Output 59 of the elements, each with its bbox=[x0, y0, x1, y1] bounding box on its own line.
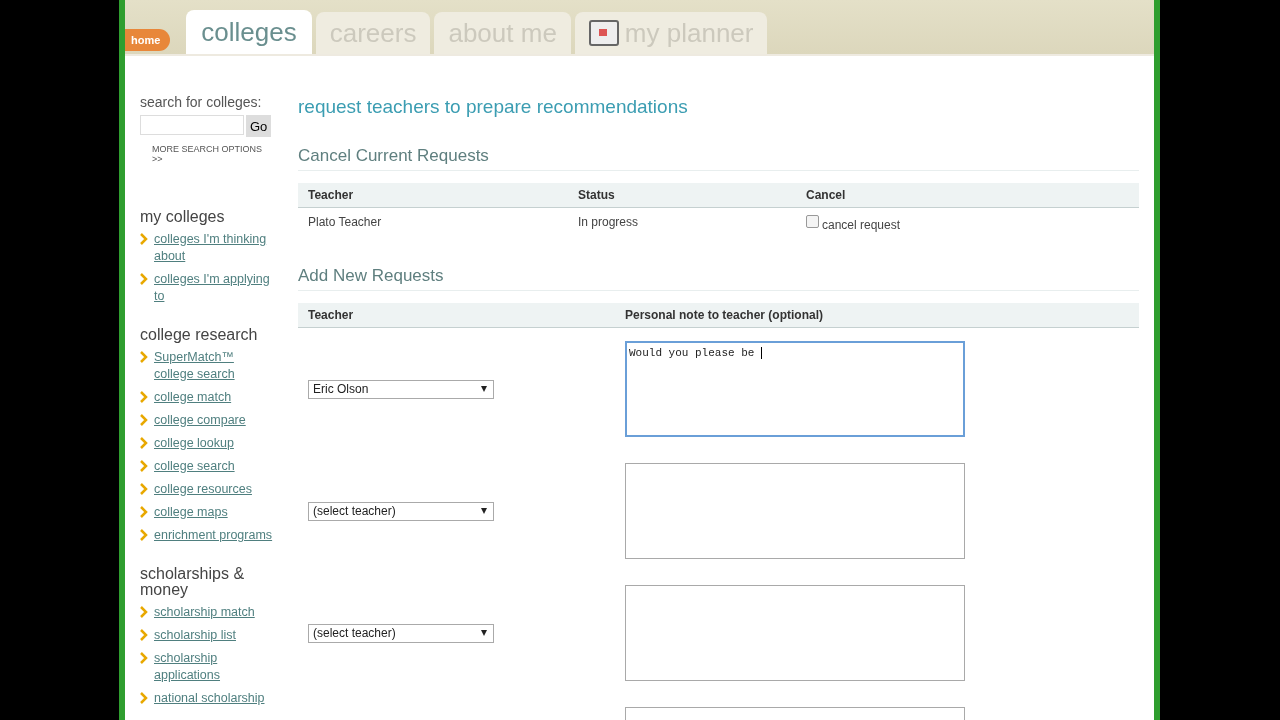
go-button[interactable]: Go bbox=[246, 115, 272, 137]
sidebar-link[interactable]: college lookup bbox=[154, 435, 234, 452]
sidebar-link[interactable]: national scholarship bbox=[154, 690, 265, 707]
sidebar-link[interactable]: college compare bbox=[154, 412, 246, 429]
column-header: Teacher bbox=[308, 308, 355, 322]
chevron-icon bbox=[140, 351, 148, 363]
sidebar-link[interactable]: scholarship applications bbox=[154, 650, 275, 684]
teacher-dropdown[interactable]: Eric Olson bbox=[308, 379, 494, 399]
column-header: Teacher bbox=[308, 188, 355, 202]
sidebar-link[interactable]: SuperMatch™ college search bbox=[154, 349, 275, 383]
sidebar-link[interactable]: scholarship list bbox=[154, 627, 236, 644]
note-field[interactable]: Would you please be bbox=[625, 341, 965, 437]
sidebar-link[interactable]: colleges I'm applying to bbox=[154, 271, 275, 305]
cancel-checkbox[interactable] bbox=[806, 215, 819, 228]
teacher-dropdown[interactable]: (select teacher) bbox=[308, 501, 494, 521]
chevron-icon bbox=[140, 692, 148, 704]
home-button[interactable]: home bbox=[125, 28, 171, 51]
chevron-icon bbox=[140, 414, 148, 426]
caret-icon bbox=[481, 508, 487, 514]
sidebar-link[interactable]: scholarship match bbox=[154, 604, 255, 621]
calendar-icon bbox=[588, 20, 619, 46]
chevron-icon bbox=[140, 273, 148, 285]
chevron-icon bbox=[140, 506, 148, 518]
chevron-icon bbox=[140, 652, 148, 664]
search-label: search for colleges: bbox=[140, 94, 263, 110]
note-field[interactable] bbox=[625, 585, 965, 681]
column-header: Status bbox=[578, 188, 616, 202]
sidebar-link[interactable]: college resources bbox=[154, 481, 252, 498]
table-cell-text: In progress bbox=[578, 215, 640, 231]
sidebar-link[interactable]: colleges I'm thinking about bbox=[154, 231, 275, 265]
chevron-icon bbox=[140, 483, 148, 495]
page-title: request teachers to prepare recommendations bbox=[298, 96, 689, 118]
note-field[interactable] bbox=[625, 463, 965, 559]
checkbox-label: cancel request bbox=[822, 218, 901, 232]
caret-icon bbox=[481, 386, 487, 392]
sidebar-heading: scholarships & money bbox=[140, 566, 246, 598]
section-heading: Cancel Current Requests bbox=[298, 146, 1139, 171]
teacher-dropdown[interactable]: (select teacher) bbox=[308, 623, 494, 643]
chevron-icon bbox=[140, 391, 148, 403]
chevron-icon bbox=[140, 437, 148, 449]
chevron-icon bbox=[140, 460, 148, 472]
caret-icon bbox=[481, 630, 487, 636]
sidebar-link[interactable]: enrichment programs bbox=[154, 527, 273, 544]
column-header: Personal note to teacher (optional) bbox=[625, 308, 825, 322]
sidebar-link[interactable]: college maps bbox=[154, 504, 228, 521]
section-heading: Add New Requests bbox=[298, 266, 1139, 291]
search-field[interactable] bbox=[140, 115, 244, 135]
table-cell-text: Plato Teacher bbox=[308, 215, 383, 231]
sidebar-link[interactable]: college search bbox=[154, 458, 235, 475]
sidebar-link[interactable]: college match bbox=[154, 389, 232, 406]
nav-tab[interactable]: colleges bbox=[186, 10, 312, 54]
sidebar-heading: my colleges bbox=[140, 209, 226, 225]
chevron-icon bbox=[140, 233, 148, 245]
sidebar-heading: college research bbox=[140, 327, 259, 343]
more-search-options-link[interactable]: MORE SEARCH OPTIONS >> bbox=[152, 144, 275, 164]
column-header: Cancel bbox=[806, 188, 847, 202]
chevron-icon bbox=[140, 629, 148, 641]
chevron-icon bbox=[140, 529, 148, 541]
chevron-icon bbox=[140, 606, 148, 618]
